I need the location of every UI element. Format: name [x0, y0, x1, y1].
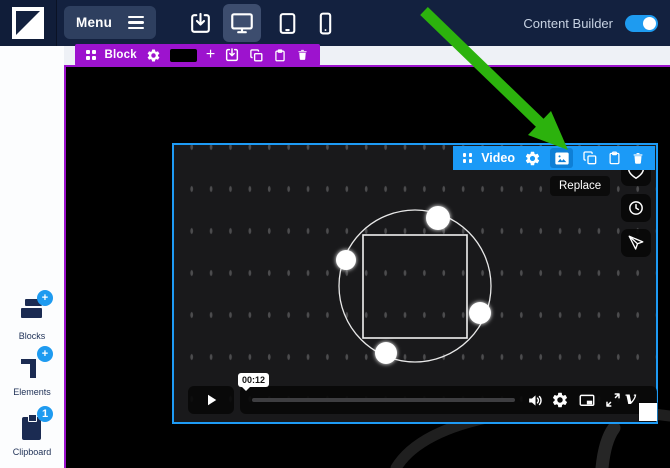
left-sidebar: + Blocks + Elements 1 Clipboard [0, 46, 65, 468]
pip-icon [577, 391, 597, 410]
share-button[interactable] [621, 229, 651, 257]
content-builder-label: Content Builder [523, 16, 613, 31]
toggle-knob [643, 17, 656, 30]
blocks-icon: + [13, 296, 51, 328]
resize-handle[interactable] [639, 403, 657, 421]
elements-add-badge[interactable]: + [37, 346, 53, 362]
selected-block-section[interactable]: Video [64, 65, 670, 468]
play-icon [202, 391, 220, 409]
time-tooltip: 00:12 [238, 373, 269, 387]
volume-icon [526, 391, 545, 410]
watch-later-button[interactable] [621, 194, 651, 222]
player-settings-button[interactable] [551, 391, 569, 409]
clipboard-count-badge: 1 [37, 406, 53, 422]
app-logo[interactable] [0, 0, 57, 46]
sidebar-item-label: Clipboard [13, 447, 52, 457]
desktop-monitor-icon [229, 10, 255, 36]
clipboard-icon [607, 150, 622, 166]
add-block-button[interactable]: + [206, 47, 215, 63]
clipboard-icon [273, 48, 287, 63]
video-settings-button[interactable] [524, 150, 541, 167]
block-settings-button[interactable] [146, 48, 161, 63]
paper-plane-icon [627, 234, 645, 252]
progress-bar[interactable] [252, 398, 515, 402]
gear-icon [524, 150, 541, 167]
video-delete-button[interactable] [631, 151, 645, 166]
volume-button[interactable] [526, 391, 545, 410]
block-duplicate-button[interactable] [249, 48, 264, 63]
device-tablet-button[interactable] [268, 4, 306, 42]
play-button[interactable] [188, 386, 234, 414]
vimeo-logo[interactable]: v [625, 387, 636, 409]
elements-icon: + [13, 352, 51, 384]
device-desktop-button[interactable] [223, 4, 261, 42]
gear-icon [146, 48, 161, 63]
device-mobile-button[interactable] [306, 4, 344, 42]
logo-icon [12, 7, 44, 39]
drag-handle-icon[interactable] [86, 50, 96, 60]
replace-image-button[interactable] [550, 148, 573, 168]
sidebar-item-elements[interactable]: + Elements [0, 352, 64, 397]
trash-icon [296, 48, 309, 62]
sidebar-item-blocks[interactable]: + Blocks [0, 296, 64, 341]
trash-icon [631, 151, 645, 166]
video-clipboard-button[interactable] [607, 150, 622, 166]
replace-tooltip: Replace [550, 176, 610, 196]
mobile-phone-icon [313, 11, 338, 36]
picture-in-picture-button[interactable] [577, 391, 597, 410]
block-save-button[interactable] [224, 47, 240, 63]
video-toolbar: Video [453, 146, 655, 170]
gear-icon [551, 391, 569, 409]
block-toolbar-label: Block [105, 49, 137, 61]
video-element[interactable]: Video [172, 143, 658, 424]
blocks-add-badge[interactable]: + [37, 290, 53, 306]
download-tray-icon [224, 47, 240, 63]
copy-icon [582, 150, 598, 166]
fullscreen-icon [604, 391, 622, 409]
image-icon [554, 151, 570, 166]
sidebar-item-label: Elements [13, 387, 51, 397]
video-toolbar-label: Video [481, 151, 515, 165]
tablet-icon [275, 11, 300, 36]
top-toolbar: Menu [0, 0, 670, 46]
fullscreen-button[interactable] [604, 391, 622, 409]
menu-button[interactable]: Menu [64, 6, 156, 39]
download-tray-icon [188, 11, 213, 36]
sidebar-item-label: Blocks [19, 331, 46, 341]
block-clipboard-button[interactable] [273, 48, 287, 63]
app-window: Menu [0, 0, 670, 468]
content-builder-toggle[interactable] [625, 15, 658, 32]
background-color-swatch[interactable] [170, 49, 197, 62]
drag-handle-icon[interactable] [463, 153, 473, 163]
clipboard-panel-icon: 1 [13, 412, 51, 444]
sidebar-item-clipboard[interactable]: 1 Clipboard [0, 412, 64, 457]
clock-icon [627, 199, 645, 217]
menu-label: Menu [76, 15, 112, 30]
save-tray-button[interactable] [181, 4, 219, 42]
hamburger-icon [128, 16, 144, 30]
block-toolbar: Block + [75, 44, 320, 66]
topbar-right-group: Content Builder [523, 0, 658, 46]
copy-icon [249, 48, 264, 63]
block-delete-button[interactable] [296, 48, 309, 62]
player-control-bar: v [240, 386, 657, 414]
video-duplicate-button[interactable] [582, 150, 598, 166]
